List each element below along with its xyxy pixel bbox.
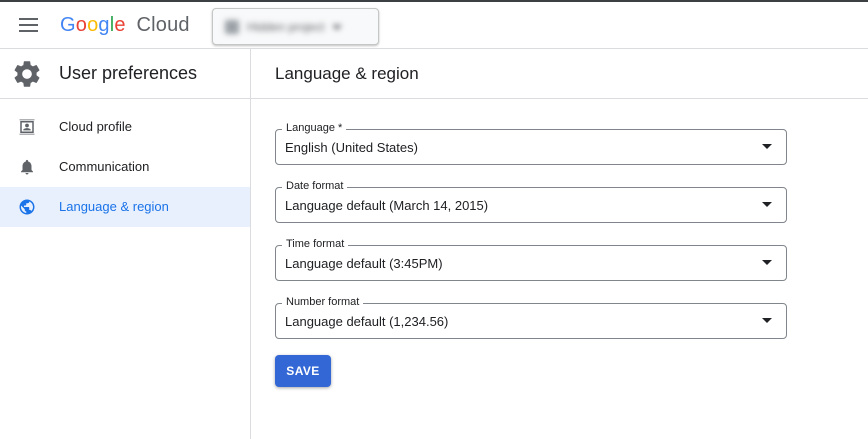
sidebar-title: User preferences bbox=[59, 63, 198, 83]
logo-letter: o bbox=[87, 14, 99, 36]
sidebar-item-language-region[interactable]: Language & region bbox=[0, 187, 250, 227]
sidebar-item-label: Cloud profile bbox=[59, 119, 132, 134]
time-format-select[interactable]: Time format Language default (3:45PM) bbox=[275, 238, 787, 281]
sidebar-item-label: Communication bbox=[59, 159, 150, 174]
google-cloud-logo[interactable]: Google Cloud bbox=[60, 14, 190, 37]
dropdown-arrow-icon bbox=[762, 260, 772, 265]
menu-bar-line bbox=[19, 24, 38, 26]
bell-icon bbox=[21, 159, 33, 175]
logo-letter: o bbox=[75, 14, 88, 36]
number-format-select-value: Language default (1,234.56) bbox=[285, 314, 449, 329]
logo-google-text: Google bbox=[60, 14, 132, 36]
logo-cloud-text: Cloud bbox=[136, 14, 190, 36]
number-format-select[interactable]: Number format Language default (1,234.56… bbox=[275, 296, 787, 339]
project-picker-content-blurred: Hidden project bbox=[225, 19, 365, 35]
language-select[interactable]: Language * English (United States) bbox=[275, 122, 787, 165]
save-button[interactable]: SAVE bbox=[275, 355, 331, 387]
project-icon bbox=[225, 20, 239, 34]
gear-icon bbox=[14, 61, 40, 87]
logo-letter: g bbox=[98, 14, 110, 36]
chevron-down-icon bbox=[332, 24, 343, 30]
date-format-select-value: Language default (March 14, 2015) bbox=[285, 198, 489, 213]
logo-letter: G bbox=[60, 14, 76, 36]
date-format-select[interactable]: Date format Language default (March 14, … bbox=[275, 180, 787, 223]
dropdown-arrow-icon bbox=[762, 202, 772, 207]
project-name: Hidden project bbox=[247, 20, 325, 34]
page-title: Language & region bbox=[275, 64, 419, 83]
sidebar-item-cloud-profile[interactable]: Cloud profile bbox=[0, 107, 250, 147]
menu-bar-line bbox=[19, 18, 38, 20]
globe-icon bbox=[19, 199, 35, 215]
page-header: Language & region bbox=[251, 49, 868, 99]
time-format-select-value: Language default (3:45PM) bbox=[285, 256, 443, 271]
menu-bar-line bbox=[19, 30, 38, 32]
sidebar-item-communication[interactable]: Communication bbox=[0, 147, 250, 187]
sidebar: User preferences Cloud profile Communica… bbox=[0, 49, 251, 439]
profile-card-icon bbox=[19, 119, 35, 135]
dropdown-arrow-icon bbox=[762, 144, 772, 149]
time-format-select-label: Time format bbox=[282, 238, 349, 250]
sidebar-item-label: Language & region bbox=[59, 199, 169, 214]
dropdown-arrow-icon bbox=[762, 318, 772, 323]
top-app-bar: Google Cloud Hidden project bbox=[0, 2, 868, 49]
language-select-label: Language * bbox=[282, 122, 347, 134]
project-picker-button[interactable]: Hidden project bbox=[212, 8, 379, 45]
date-format-select-label: Date format bbox=[282, 180, 348, 192]
logo-letter: e bbox=[114, 14, 126, 36]
number-format-select-label: Number format bbox=[282, 296, 364, 308]
language-select-value: English (United States) bbox=[285, 140, 418, 155]
main-menu-button[interactable] bbox=[14, 11, 44, 41]
sidebar-header: User preferences bbox=[0, 49, 250, 99]
